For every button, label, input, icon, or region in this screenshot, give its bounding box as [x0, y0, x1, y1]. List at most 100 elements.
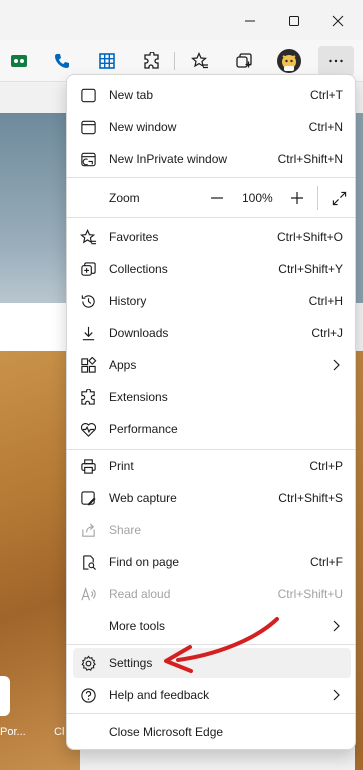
- menu-item-more-tools[interactable]: More tools: [73, 611, 351, 641]
- extensions-button[interactable]: [137, 46, 167, 76]
- menu-item-label: Extensions: [109, 390, 168, 404]
- menu-item-downloads[interactable]: Downloads Ctrl+J: [73, 318, 351, 348]
- menu-item-shortcut: Ctrl+F: [310, 555, 343, 569]
- menu-item-label: Apps: [109, 358, 137, 372]
- menu-item-label: Favorites: [109, 230, 159, 244]
- menu-item-label: Share: [109, 523, 142, 537]
- fullscreen-icon: [332, 191, 346, 205]
- menu-item-shortcut: Ctrl+N: [308, 120, 343, 134]
- menu-item-settings[interactable]: Settings: [73, 648, 351, 678]
- background-sky-edge: [355, 113, 363, 303]
- favorites-button[interactable]: [185, 46, 215, 76]
- plus-icon: [291, 192, 303, 204]
- phone-button[interactable]: [47, 46, 77, 76]
- menu-item-shortcut: Ctrl+Shift+Y: [278, 262, 343, 276]
- menu-item-extensions[interactable]: Extensions: [73, 382, 351, 412]
- profile-button[interactable]: [274, 46, 304, 76]
- more-options-button[interactable]: [318, 46, 354, 76]
- chevron-right-icon: [333, 359, 340, 371]
- close-icon: [332, 15, 344, 27]
- history-icon: [79, 292, 97, 310]
- chevron-right-icon: [333, 620, 340, 632]
- extensions-icon: [144, 52, 159, 69]
- title-bar: [0, 0, 363, 40]
- new-tab-icon: [79, 86, 97, 104]
- menu-item-label: Collections: [109, 262, 168, 276]
- web-capture-icon: [79, 489, 97, 507]
- extensions-icon: [79, 388, 97, 406]
- download-icon: [79, 324, 97, 342]
- menu-item-web-capture[interactable]: Web capture Ctrl+Shift+S: [73, 483, 351, 513]
- menu-item-label: New window: [109, 120, 177, 134]
- close-window-button[interactable]: [316, 8, 360, 34]
- chevron-right-icon: [333, 689, 340, 701]
- zoom-out-button[interactable]: [203, 184, 231, 212]
- meeting-button[interactable]: [4, 46, 34, 76]
- profile-avatar: [277, 49, 301, 73]
- favorites-icon: [79, 228, 97, 246]
- apps-icon: [79, 356, 97, 374]
- full-screen-button[interactable]: [325, 184, 353, 212]
- menu-item-history[interactable]: History Ctrl+H: [73, 286, 351, 316]
- collections-icon: [236, 53, 252, 68]
- menu-item-shortcut: Ctrl+Shift+U: [277, 587, 343, 601]
- printer-icon: [79, 457, 97, 475]
- menu-item-apps[interactable]: Apps: [73, 350, 351, 380]
- menu-divider: [67, 713, 355, 714]
- help-icon: [79, 686, 97, 704]
- menu-item-zoom: Zoom 100%: [73, 182, 351, 214]
- new-window-icon: [79, 118, 97, 136]
- menu-item-find-on-page[interactable]: Find on page Ctrl+F: [73, 547, 351, 577]
- menu-item-new-window[interactable]: New window Ctrl+N: [73, 112, 351, 142]
- menu-item-share: Share: [73, 515, 351, 545]
- menu-divider: [67, 177, 355, 178]
- menu-item-new-inprivate-window[interactable]: New InPrivate window Ctrl+Shift+N: [73, 144, 351, 174]
- collections-button[interactable]: [229, 46, 259, 76]
- menu-item-label: Downloads: [109, 326, 169, 340]
- menu-item-label: History: [109, 294, 147, 308]
- menu-item-label: Close Microsoft Edge: [109, 725, 224, 739]
- menu-item-performance[interactable]: Performance: [73, 414, 351, 444]
- menu-item-label: Settings: [109, 656, 153, 670]
- inprivate-icon: [79, 150, 97, 168]
- gear-icon: [79, 654, 97, 672]
- meeting-icon: [11, 55, 27, 67]
- phone-icon: [55, 54, 69, 68]
- find-icon: [79, 553, 97, 571]
- toolbar-divider: [174, 52, 175, 70]
- menu-item-print[interactable]: Print Ctrl+P: [73, 451, 351, 481]
- grid-app-button[interactable]: [92, 46, 122, 76]
- menu-item-label: Read aloud: [109, 587, 171, 601]
- menu-item-label: New InPrivate window: [109, 152, 228, 166]
- minimize-icon: [245, 20, 255, 22]
- collections-icon: [79, 260, 97, 278]
- menu-item-collections[interactable]: Collections Ctrl+Shift+Y: [73, 254, 351, 284]
- menu-item-favorites[interactable]: Favorites Ctrl+Shift+O: [73, 222, 351, 252]
- more-icon: [329, 59, 343, 63]
- menu-divider: [67, 449, 355, 450]
- maximize-icon: [289, 16, 299, 26]
- menu-item-shortcut: Ctrl+T: [310, 88, 343, 102]
- quick-link-label[interactable]: Cl: [54, 726, 64, 738]
- quick-link-label[interactable]: Por...: [0, 726, 26, 738]
- performance-heart-icon: [79, 420, 97, 438]
- menu-item-shortcut: Ctrl+Shift+O: [276, 230, 343, 244]
- menu-item-close-microsoft-edge[interactable]: Close Microsoft Edge: [73, 717, 351, 747]
- menu-item-help-and-feedback[interactable]: Help and feedback: [73, 680, 351, 710]
- minimize-button[interactable]: [228, 8, 272, 34]
- menu-item-shortcut: Ctrl+P: [309, 459, 343, 473]
- menu-item-shortcut: Ctrl+Shift+N: [277, 152, 343, 166]
- read-aloud-icon: [79, 585, 97, 603]
- minus-icon: [211, 197, 223, 199]
- menu-item-new-tab[interactable]: New tab Ctrl+T: [73, 80, 351, 110]
- maximize-button[interactable]: [272, 8, 316, 34]
- grid-icon: [99, 53, 115, 69]
- quick-link-tile[interactable]: [0, 676, 10, 716]
- zoom-value: 100%: [242, 191, 273, 205]
- zoom-in-button[interactable]: [283, 184, 311, 212]
- menu-item-read-aloud: Read aloud Ctrl+Shift+U: [73, 579, 351, 609]
- menu-item-label: New tab: [109, 88, 154, 102]
- background-desert-edge: [355, 351, 363, 770]
- menu-item-shortcut: Ctrl+J: [311, 326, 343, 340]
- favorites-icon: [191, 52, 208, 69]
